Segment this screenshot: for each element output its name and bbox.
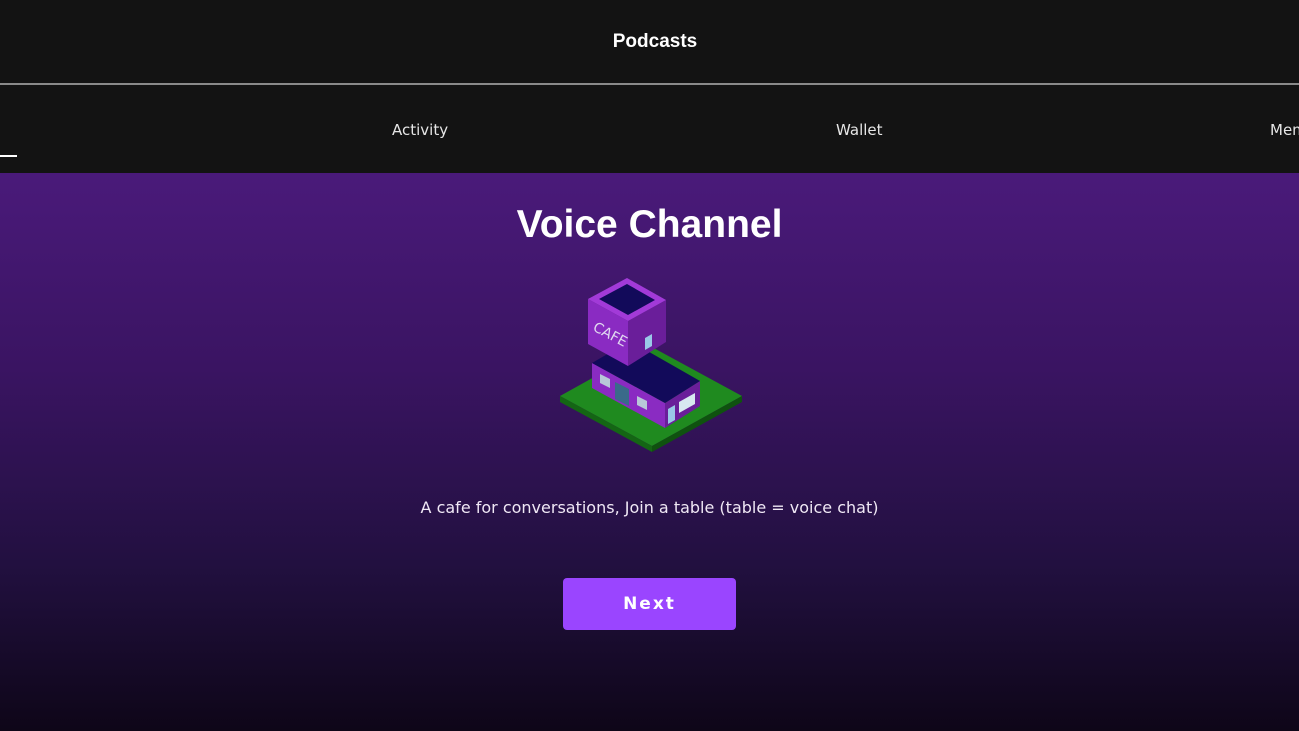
tab-first[interactable]	[0, 87, 40, 173]
next-button[interactable]: Next	[563, 578, 736, 630]
page-title: Podcasts	[612, 31, 698, 52]
onboarding-title: Voice Channel	[516, 203, 783, 246]
active-tab-indicator	[0, 155, 17, 157]
tab-activity[interactable]: Activity	[392, 87, 448, 173]
top-header: Podcasts	[0, 0, 1299, 85]
onboarding-description: A cafe for conversations, Join a table (…	[420, 498, 879, 517]
onboarding-panel: Voice Channel CAFE A cafe for conversati…	[0, 173, 1299, 731]
tab-members[interactable]: Mem	[1270, 87, 1299, 173]
tab-wallet[interactable]: Wallet	[836, 87, 883, 173]
tab-bar: Activity Wallet Mem	[0, 87, 1299, 173]
cafe-building-illustration: CAFE	[560, 278, 742, 452]
